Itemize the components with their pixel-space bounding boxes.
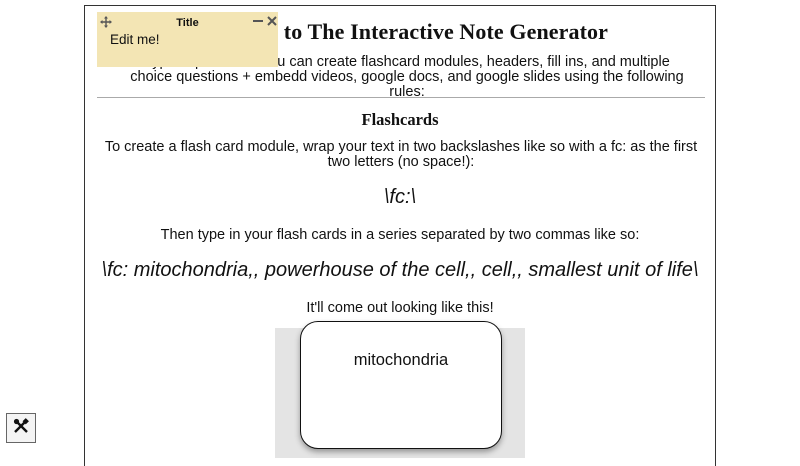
flashcard-instruction: To create a flash card module, wrap your… [104,139,698,170]
sticky-note-body[interactable]: Edit me! [110,32,160,47]
sticky-note[interactable]: Title Edit me! [97,12,278,67]
flashcard-module: mitochondria [275,321,525,458]
tools-button[interactable] [6,413,36,443]
flashcard-text: mitochondria [353,351,449,369]
flashcard-example: \fc: mitochondria,, powerhouse of the ce… [101,259,699,281]
tools-icon [13,417,29,439]
flashcard-instruction-2: Then type in your flash cards in a serie… [160,227,640,243]
note-page: Welcome to The Interactive Note Generato… [84,5,716,466]
flashcard-syntax: \fc:\ [383,186,417,208]
sticky-note-title[interactable]: Title [97,17,278,29]
flashcards-heading: Flashcards [361,110,439,129]
close-icon[interactable] [267,15,277,29]
flashcard[interactable]: mitochondria [300,321,502,449]
divider [97,97,705,98]
flashcard-result-label: It'll come out looking like this! [306,300,494,316]
minimize-icon[interactable] [253,15,263,29]
